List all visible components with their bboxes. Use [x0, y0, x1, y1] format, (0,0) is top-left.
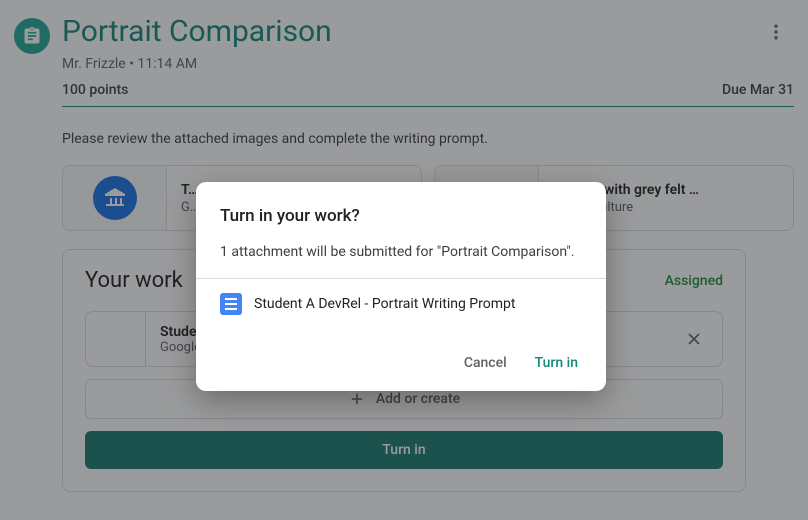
dialog-body: 1 attachment will be submitted for "Port… [220, 244, 582, 260]
google-docs-icon [220, 293, 242, 315]
confirm-turn-in-button[interactable]: Turn in [531, 349, 582, 377]
dialog-title: Turn in your work? [220, 206, 582, 226]
dialog-attachment-name: Student A DevRel - Portrait Writing Prom… [254, 296, 515, 312]
dialog-actions: Cancel Turn in [220, 349, 582, 377]
turn-in-dialog: Turn in your work? 1 attachment will be … [196, 182, 606, 391]
cancel-button[interactable]: Cancel [460, 349, 511, 377]
dialog-attachment-row: Student A DevRel - Portrait Writing Prom… [220, 279, 582, 321]
